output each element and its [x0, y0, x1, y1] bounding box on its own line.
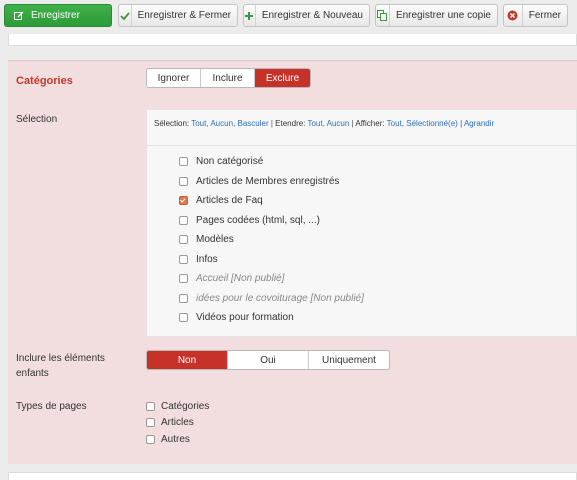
checkbox[interactable]: [179, 274, 188, 283]
category-item[interactable]: Vidéos pour formation: [179, 311, 294, 324]
category-item-label: Articles de Membres enregistrés: [196, 176, 340, 187]
save-close-label: Enregistrer & Fermer: [137, 10, 231, 21]
checkbox[interactable]: [179, 157, 188, 166]
category-item-label: Pages codées (html, sql, ...): [196, 215, 320, 226]
separator: |: [351, 119, 354, 128]
selection-toolbar: Sélection: Tout, Aucun, Basculer | Etend…: [154, 119, 494, 128]
save-button[interactable]: Enregistrer: [4, 4, 112, 27]
toolbar: Enregistrer Enregistrer & Fermer Enregis…: [0, 0, 577, 34]
close-circle-icon: [504, 5, 523, 26]
page-type-item[interactable]: Catégories: [146, 400, 209, 413]
checkbox[interactable]: [146, 402, 155, 411]
lower-panel-edge: [8, 472, 577, 480]
categories-title: Catégories: [16, 75, 73, 87]
selection-label: Sélection: [16, 114, 58, 125]
selection-prefix: Sélection:: [154, 119, 190, 128]
categories-panel: Catégories Ignorer Inclure Exclure Sélec…: [8, 60, 577, 464]
category-item-unpublished[interactable]: idées pour le covoiturage [Non publié]: [179, 292, 364, 305]
category-item[interactable]: Pages codées (html, sql, ...): [179, 214, 320, 227]
categories-mode-toggle: Ignorer Inclure Exclure: [146, 68, 311, 88]
children-option-yes[interactable]: Oui: [228, 351, 309, 369]
category-item[interactable]: Non catégorisé: [179, 155, 263, 168]
children-option-only[interactable]: Uniquement: [309, 351, 389, 369]
upper-panel-edge: [8, 34, 577, 46]
toggle-link[interactable]: Basculer: [237, 119, 268, 128]
show-all-link[interactable]: Tout,: [387, 119, 404, 128]
close-label: Fermer: [528, 10, 561, 21]
include-children-toggle: Non Oui Uniquement: [146, 350, 390, 370]
checkbox[interactable]: [179, 235, 188, 244]
category-item[interactable]: Modèles: [179, 233, 234, 246]
category-item-label: Vidéos pour formation: [196, 312, 294, 323]
save-copy-button[interactable]: Enregistrer une copie: [375, 4, 498, 27]
edit-icon: [11, 5, 27, 26]
expand-all-link[interactable]: Tout,: [307, 119, 324, 128]
separator: |: [460, 119, 463, 128]
include-children-label-line2: enfants: [16, 368, 49, 379]
mode-option-include[interactable]: Inclure: [201, 69, 255, 87]
save-new-label: Enregistrer & Nouveau: [261, 10, 363, 21]
copy-icon: [376, 5, 390, 26]
divider: [147, 145, 577, 146]
save-copy-label: Enregistrer une copie: [395, 10, 491, 21]
checkbox[interactable]: [146, 435, 155, 444]
checkbox[interactable]: [179, 216, 188, 225]
expand-none-link[interactable]: Aucun: [327, 119, 350, 128]
enlarge-link[interactable]: Agrandir: [464, 119, 494, 128]
category-item-unpublished[interactable]: Accueil [Non publié]: [179, 272, 284, 285]
page-type-item[interactable]: Articles: [146, 416, 194, 429]
category-selection-box: Sélection: Tout, Aucun, Basculer | Etend…: [146, 109, 577, 337]
include-children-label: Inclure les éléments enfants: [16, 351, 105, 381]
mode-option-ignore[interactable]: Ignorer: [147, 69, 201, 87]
page-type-label: Autres: [161, 434, 190, 445]
checkbox-checked[interactable]: [179, 196, 188, 205]
save-close-button[interactable]: Enregistrer & Fermer: [118, 4, 238, 27]
save-button-label: Enregistrer: [31, 10, 80, 21]
save-new-button[interactable]: Enregistrer & Nouveau: [243, 4, 370, 27]
category-item-label: Accueil [Non publié]: [196, 273, 285, 284]
select-all-link[interactable]: Tout,: [191, 119, 208, 128]
checkbox[interactable]: [179, 255, 188, 264]
checkbox[interactable]: [179, 313, 188, 322]
close-button[interactable]: Fermer: [503, 4, 568, 27]
separator: |: [270, 119, 273, 128]
show-prefix: Afficher:: [355, 119, 385, 128]
page-type-item[interactable]: Autres: [146, 433, 190, 446]
expand-prefix: Etendre:: [275, 119, 306, 128]
include-children-label-line1: Inclure les éléments: [16, 353, 105, 364]
page-types-label: Types de pages: [16, 401, 87, 412]
category-item-label: Modèles: [196, 234, 234, 245]
checkbox[interactable]: [179, 294, 188, 303]
select-none-link[interactable]: Aucun,: [210, 119, 235, 128]
show-selected-link[interactable]: Sélectionné(e): [406, 119, 458, 128]
checkbox[interactable]: [146, 418, 155, 427]
page-type-label: Catégories: [161, 401, 210, 412]
children-option-no[interactable]: Non: [147, 351, 228, 369]
check-icon: [119, 5, 132, 26]
plus-icon: [244, 5, 256, 26]
category-item-label: Non catégorisé: [196, 156, 264, 167]
mode-option-exclude[interactable]: Exclure: [255, 69, 310, 87]
category-item[interactable]: Infos: [179, 253, 218, 266]
checkbox[interactable]: [179, 177, 188, 186]
category-item[interactable]: Articles de Membres enregistrés: [179, 175, 339, 188]
page-type-label: Articles: [161, 417, 194, 428]
category-item[interactable]: Articles de Faq: [179, 194, 263, 207]
category-item-label: Articles de Faq: [196, 195, 263, 206]
category-item-label: idées pour le covoiturage [Non publié]: [196, 293, 364, 304]
category-item-label: Infos: [196, 254, 218, 265]
